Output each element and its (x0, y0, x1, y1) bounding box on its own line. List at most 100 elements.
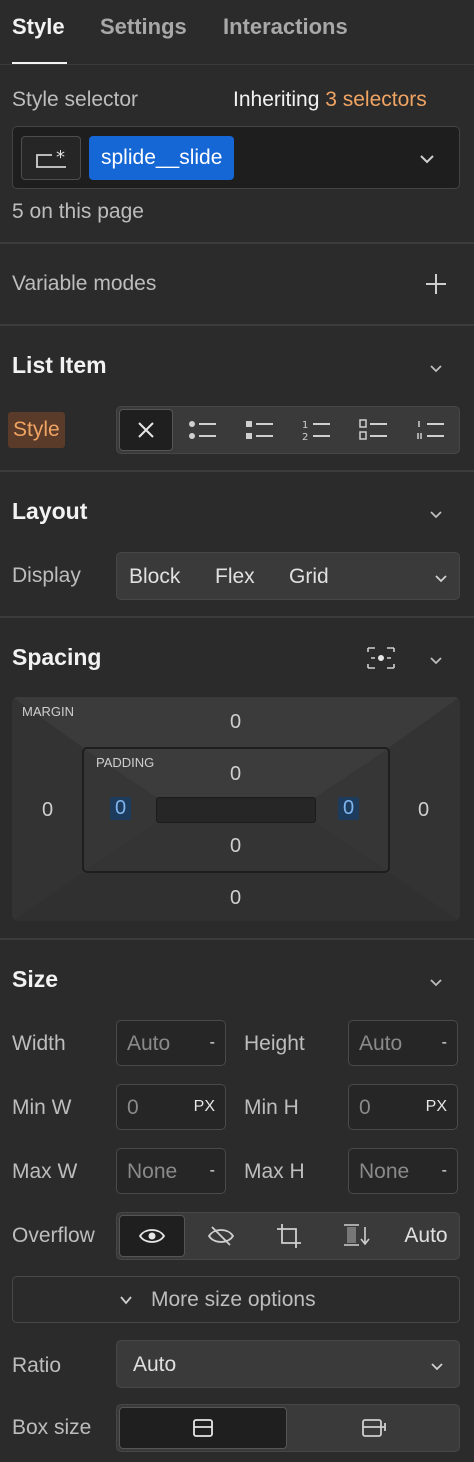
svg-text:1: 1 (302, 420, 308, 431)
min-width-unit[interactable]: PX (194, 1098, 215, 1116)
border-box-icon (193, 1419, 213, 1437)
ratio-value: Auto (133, 1353, 177, 1376)
overflow-segmented[interactable]: Auto (116, 1212, 460, 1260)
numbered-icon: 1 2 (302, 420, 330, 442)
list-numbered-button[interactable]: 1 2 (289, 407, 345, 453)
margin-bottom-value[interactable]: 0 (230, 887, 241, 910)
ratio-select[interactable]: Auto (116, 1340, 460, 1388)
width-unit[interactable]: - (210, 1034, 215, 1052)
display-option-block[interactable]: Block (129, 565, 180, 589)
chevron-down-icon[interactable] (419, 151, 435, 167)
style-selector-field[interactable]: * splide__slide (12, 126, 460, 189)
padding-top-value[interactable]: 0 (230, 763, 241, 786)
list-none-button[interactable] (119, 409, 173, 451)
padding-left-value[interactable]: 0 (110, 797, 132, 820)
min-height-input[interactable]: 0 PX (348, 1084, 458, 1130)
squares-icon (246, 421, 273, 439)
tab-style[interactable]: Style (12, 14, 65, 40)
svg-text:2: 2 (302, 432, 308, 442)
more-size-options-label: More size options (151, 1288, 316, 1311)
eye-icon (139, 1229, 165, 1243)
max-width-value: None (127, 1160, 178, 1183)
selector-type-button[interactable]: * (21, 136, 81, 180)
height-label: Height (244, 1032, 305, 1055)
inheriting-count[interactable]: 3 selectors (325, 88, 427, 111)
size-heading: Size (12, 966, 59, 992)
svg-text:*: * (56, 147, 65, 168)
min-height-unit[interactable]: PX (426, 1098, 447, 1116)
min-width-label: Min W (12, 1096, 72, 1119)
ratio-label: Ratio (12, 1354, 62, 1377)
close-icon (138, 422, 154, 438)
max-width-input[interactable]: None - (116, 1148, 226, 1194)
layout-heading: Layout (12, 498, 88, 524)
content-box-icon (362, 1419, 386, 1437)
min-width-input[interactable]: 0 PX (116, 1084, 226, 1130)
height-input[interactable]: Auto - (348, 1020, 458, 1066)
divider (0, 470, 474, 472)
crop-icon (277, 1224, 301, 1248)
add-icon[interactable] (424, 272, 448, 296)
min-height-value: 0 (359, 1096, 371, 1119)
padding-bottom-value[interactable]: 0 (230, 835, 241, 858)
max-height-value: None (359, 1160, 410, 1183)
chevron-down-icon (120, 1296, 132, 1305)
eye-off-icon (208, 1226, 234, 1246)
margin-left-value[interactable]: 0 (42, 799, 53, 822)
height-value: Auto (359, 1032, 403, 1055)
list-item-heading: List Item (12, 352, 107, 378)
width-label: Width (12, 1032, 66, 1055)
content-box-button[interactable] (289, 1405, 459, 1451)
style-selector-label: Style selector (12, 88, 139, 111)
overflow-label: Overflow (12, 1224, 95, 1247)
class-chip[interactable]: splide__slide (89, 136, 235, 180)
list-bullets-button[interactable] (175, 407, 231, 453)
display-select[interactable]: Block Flex Grid (116, 552, 460, 600)
padding-label: PADDING (96, 755, 155, 770)
chevron-down-icon (431, 1363, 443, 1371)
width-input[interactable]: Auto - (116, 1020, 226, 1066)
divider (0, 242, 474, 244)
overflow-auto-label: Auto (404, 1224, 448, 1247)
max-height-label: Max H (244, 1160, 305, 1183)
box-size-label: Box size (12, 1416, 92, 1439)
max-height-unit[interactable]: - (442, 1162, 447, 1180)
inheriting-info[interactable]: Inheriting 3 selectors (233, 88, 427, 112)
list-style-segmented[interactable]: 1 2 (116, 406, 460, 454)
display-option-flex[interactable]: Flex (215, 565, 255, 589)
max-height-input[interactable]: None - (348, 1148, 458, 1194)
overflow-visible-button[interactable] (119, 1215, 185, 1257)
chevron-down-icon[interactable] (428, 652, 444, 668)
chevron-down-icon[interactable] (428, 506, 444, 522)
spacing-preset-icon[interactable] (366, 644, 396, 672)
padding-right-value[interactable]: 0 (338, 797, 360, 820)
margin-label: MARGIN (22, 704, 74, 719)
overflow-scroll-button[interactable] (255, 1213, 323, 1259)
spacing-heading: Spacing (12, 644, 102, 670)
display-option-grid[interactable]: Grid (289, 565, 329, 589)
box-size-segmented[interactable] (116, 1404, 460, 1452)
roman-list-icon (417, 421, 444, 439)
margin-top-value[interactable]: 0 (230, 711, 241, 734)
padding-box: PADDING 0 0 0 0 (82, 747, 390, 873)
more-size-options-button[interactable]: More size options (12, 1276, 460, 1323)
list-roman-button[interactable] (403, 407, 459, 453)
max-width-unit[interactable]: - (210, 1162, 215, 1180)
divider (0, 324, 474, 326)
margin-right-value[interactable]: 0 (418, 799, 429, 822)
chevron-down-icon[interactable] (428, 360, 444, 376)
display-label: Display (12, 564, 81, 587)
border-box-button[interactable] (119, 1407, 287, 1449)
overflow-auto-button[interactable]: Auto (393, 1213, 459, 1259)
list-squares-button[interactable] (232, 407, 288, 453)
tabs-divider (0, 64, 474, 65)
tab-settings[interactable]: Settings (100, 14, 187, 40)
overflow-clip-button[interactable] (323, 1213, 393, 1259)
tab-interactions[interactable]: Interactions (223, 14, 348, 40)
chevron-down-icon[interactable] (428, 974, 444, 990)
overflow-hidden-button[interactable] (187, 1213, 255, 1259)
list-alpha-button[interactable] (346, 407, 402, 453)
height-unit[interactable]: - (442, 1034, 447, 1052)
list-style-label: Style (8, 412, 65, 448)
inheriting-label: Inheriting (233, 88, 320, 111)
